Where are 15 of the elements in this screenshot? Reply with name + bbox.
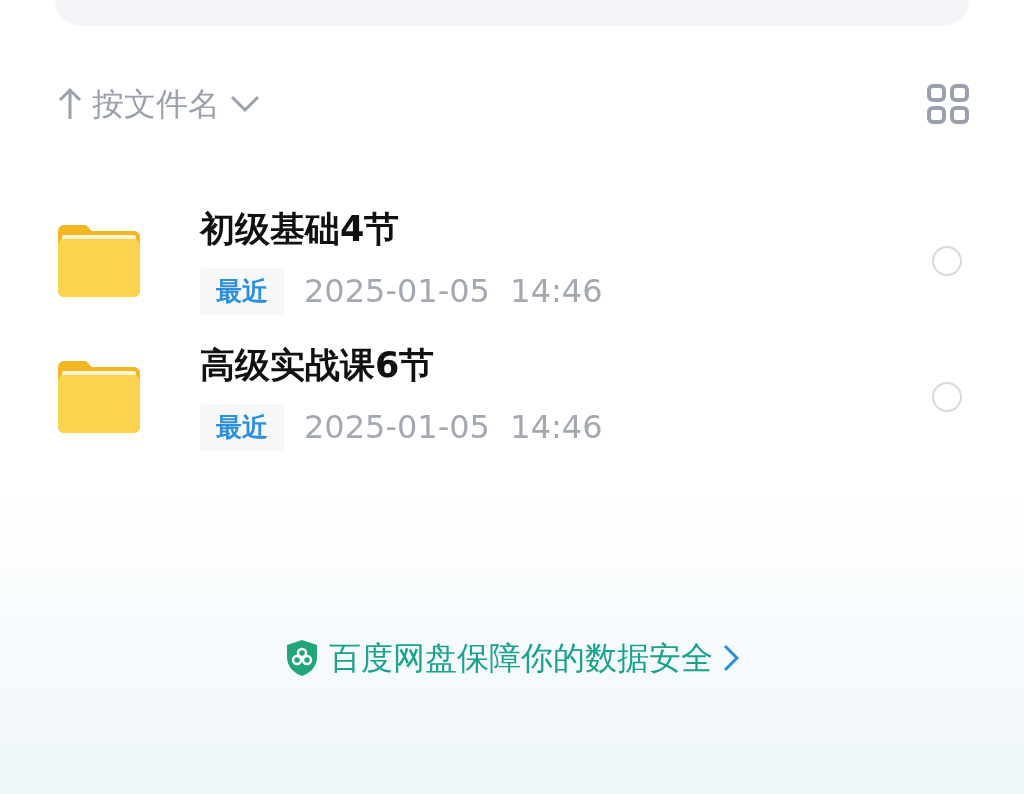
select-radio[interactable] <box>932 246 962 276</box>
chevron-right-icon <box>723 644 739 672</box>
recent-tag: 最近 <box>200 267 284 315</box>
folder-icon <box>58 361 140 433</box>
shield-icon <box>285 639 319 677</box>
file-name: 初级基础4节 <box>200 208 401 251</box>
grid-view-icon[interactable] <box>927 84 969 124</box>
modified-date: 2025-01-05 14:46 <box>304 271 603 312</box>
select-radio[interactable] <box>932 382 962 412</box>
file-name: 高级实战课6节 <box>200 344 436 387</box>
modified-date: 2025-01-05 14:46 <box>304 407 603 448</box>
folder-icon <box>58 225 140 297</box>
chevron-down-icon <box>230 95 260 113</box>
recent-tag: 最近 <box>200 403 284 451</box>
up-arrow-icon <box>58 87 82 121</box>
